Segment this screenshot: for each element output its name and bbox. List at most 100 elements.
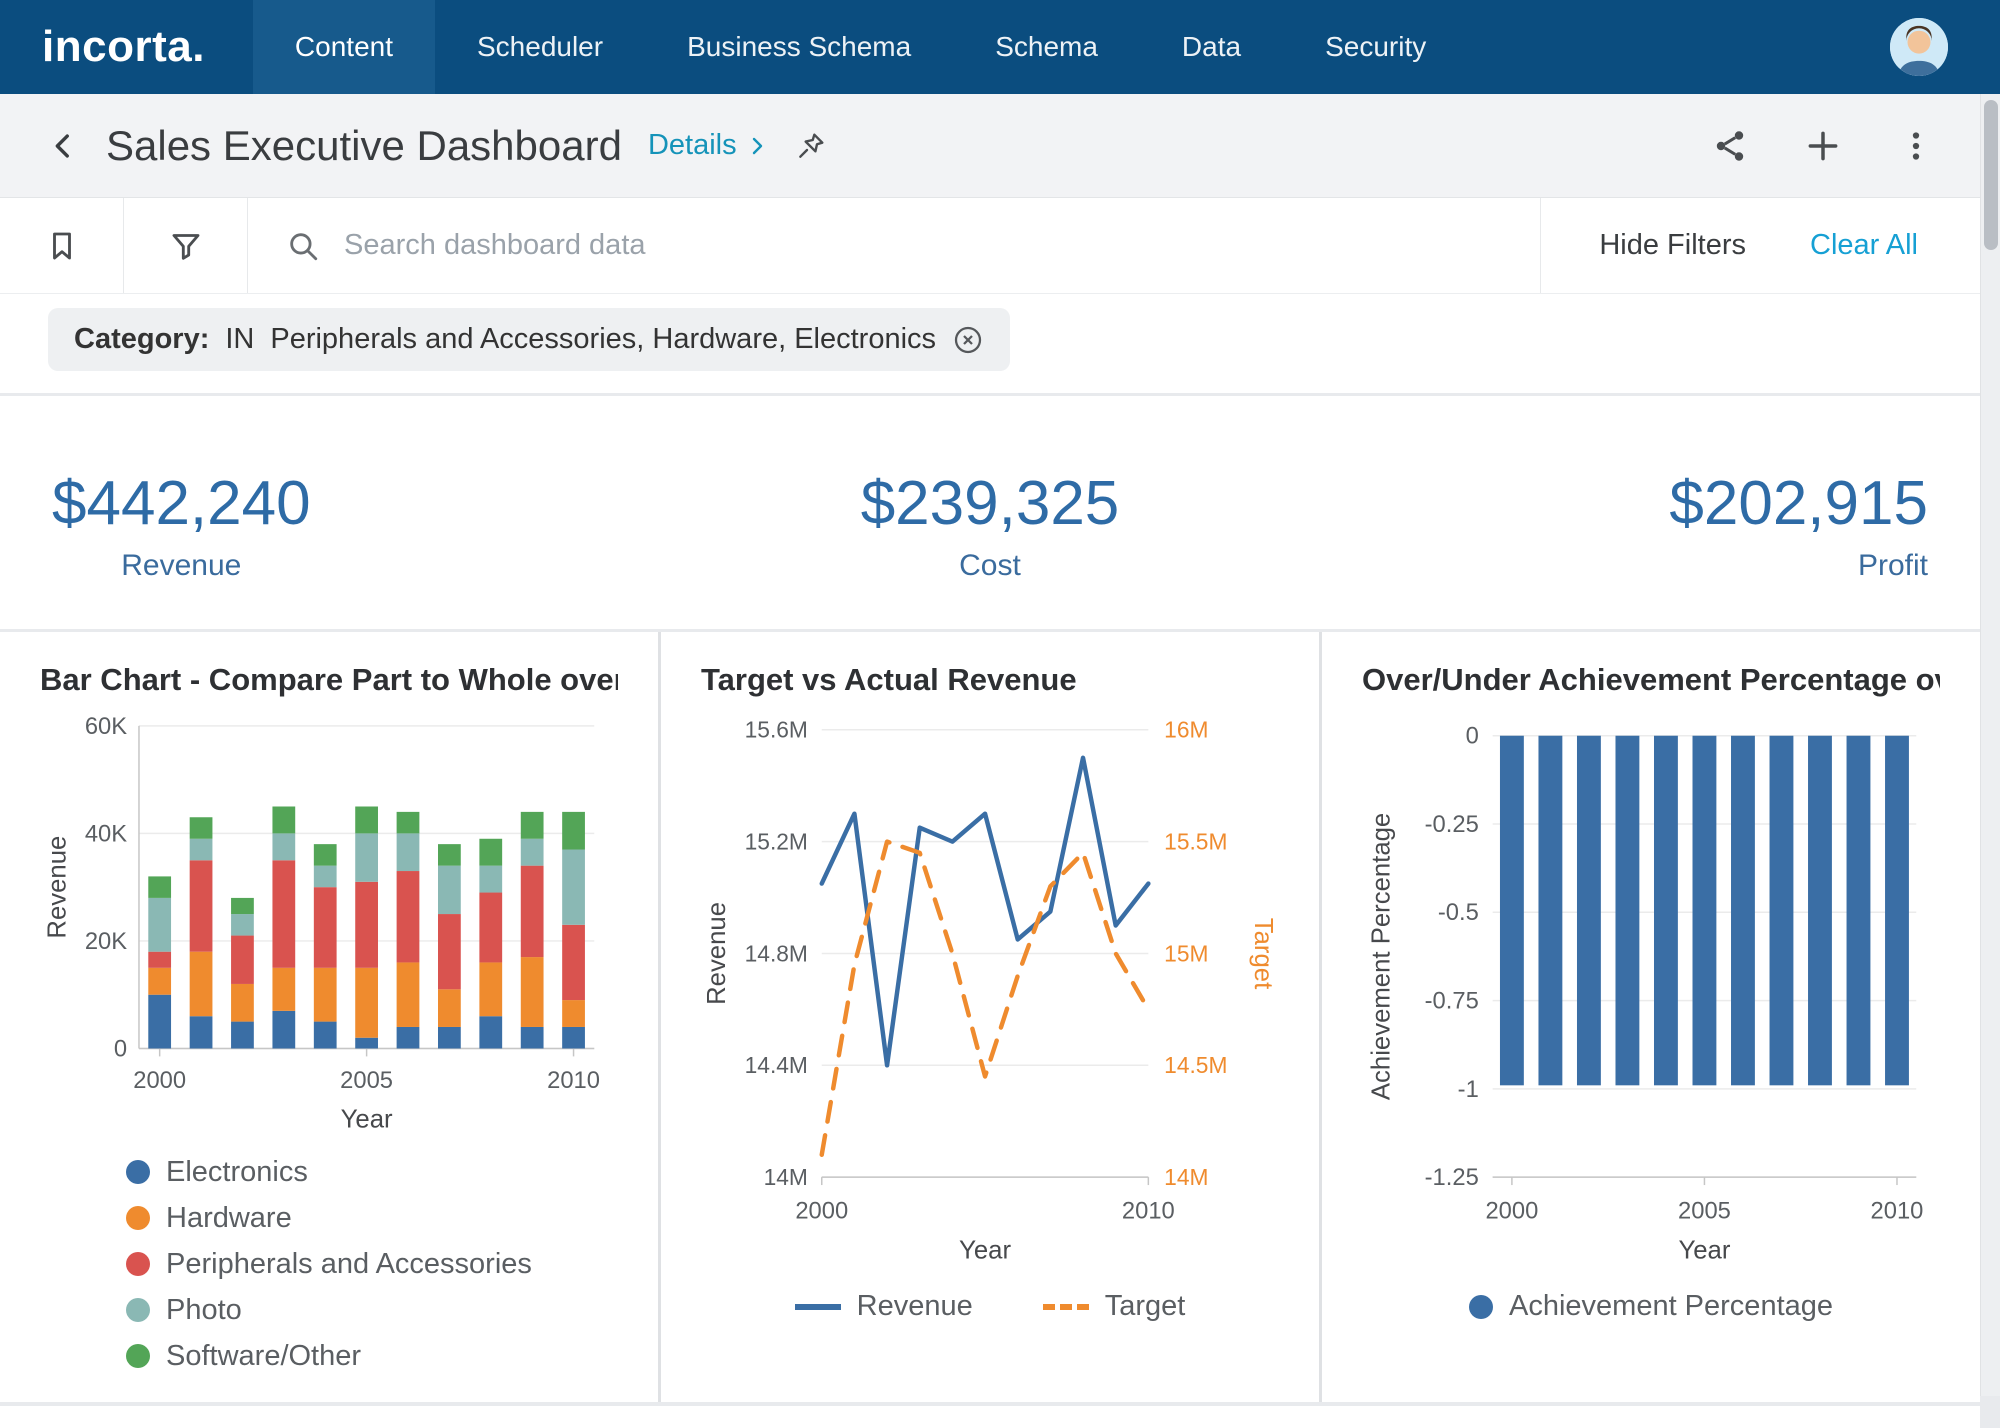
svg-text:2010: 2010 [1871, 1198, 1924, 1225]
legend-item-achievement-percentage[interactable]: Achievement Percentage [1469, 1290, 1833, 1323]
filter-chip-row: Category: IN Peripherals and Accessories… [0, 294, 1980, 393]
bookmark-icon [44, 228, 80, 264]
kebab-menu-icon [1898, 128, 1934, 164]
share-button[interactable] [1712, 128, 1748, 164]
svg-text:40K: 40K [85, 820, 127, 847]
page-title: Sales Executive Dashboard [106, 122, 622, 170]
svg-text:20K: 20K [85, 928, 127, 955]
svg-text:14.8M: 14.8M [745, 940, 808, 966]
pin-button[interactable] [795, 130, 827, 162]
legend-label: Photo [166, 1294, 242, 1327]
header-actions [1712, 127, 1934, 165]
hide-filters-button[interactable]: Hide Filters [1540, 198, 1804, 293]
nav-item-schema[interactable]: Schema [953, 0, 1140, 94]
svg-text:2000: 2000 [1485, 1198, 1538, 1225]
legend-item-target[interactable]: Target [1043, 1290, 1186, 1323]
kpi-revenue: $442,240 Revenue [52, 468, 311, 583]
svg-text:-1: -1 [1458, 1076, 1479, 1103]
charts-row: Bar Chart - Compare Part to Whole over .… [0, 632, 1980, 1402]
filter-field-label: Category: [74, 323, 209, 356]
chevron-left-icon [46, 129, 80, 163]
legend-item-electronics[interactable]: Electronics [126, 1156, 308, 1189]
legend-item-photo[interactable]: Photo [126, 1294, 242, 1327]
page-content: Sales Executive Dashboard Details [0, 94, 1980, 1428]
page-header: Sales Executive Dashboard Details [0, 94, 1980, 198]
legend-item-revenue[interactable]: Revenue [795, 1290, 973, 1323]
stacked-bar-legend: Electronics Hardware Peripherals and Acces… [126, 1156, 618, 1373]
legend-item-hardware[interactable]: Hardware [126, 1202, 292, 1235]
category-filter-chip[interactable]: Category: IN Peripherals and Accessories… [48, 308, 1010, 371]
dual-axis-line-chart[interactable]: 14M14.4M14.8M15.2M15.6M14M14.5M15M15.5M1… [701, 710, 1279, 1264]
chart-card-achievement: Over/Under Achievement Percentage ov... … [1322, 632, 1980, 1402]
legend-label: Electronics [166, 1156, 308, 1189]
back-button[interactable] [46, 129, 80, 163]
bookmark-button[interactable] [0, 198, 124, 293]
svg-text:14.5M: 14.5M [1164, 1052, 1227, 1078]
svg-text:Achievement Percentage: Achievement Percentage [1368, 813, 1396, 1100]
nav-item-content[interactable]: Content [253, 0, 435, 94]
chevron-right-icon [745, 134, 769, 158]
plus-icon [1804, 127, 1842, 165]
search-input[interactable] [342, 228, 1502, 263]
svg-text:0: 0 [1466, 723, 1479, 750]
svg-text:2000: 2000 [133, 1067, 186, 1094]
details-label: Details [648, 129, 737, 162]
chart-title: Bar Chart - Compare Part to Whole over .… [40, 662, 618, 698]
incorta-logo[interactable]: incorta. [42, 0, 205, 94]
svg-text:Target: Target [1249, 918, 1277, 989]
clear-all-link[interactable]: Clear All [1804, 198, 1980, 293]
add-button[interactable] [1804, 127, 1842, 165]
line-chart-legend: Revenue Target [701, 1290, 1279, 1323]
nav-items: ContentSchedulerBusiness SchemaSchemaDat… [253, 0, 1468, 94]
legend-item-software-other[interactable]: Software/Other [126, 1340, 361, 1373]
svg-text:Year: Year [341, 1106, 393, 1134]
legend-dot [126, 1344, 150, 1368]
avatar-illustration [1890, 18, 1948, 76]
stacked-bar-chart[interactable]: 020K40K60K200020052010YearRevenue [40, 710, 618, 1136]
svg-text:Revenue: Revenue [44, 836, 72, 939]
kpi-cost: $239,325 Cost [861, 468, 1120, 583]
legend-dot [126, 1252, 150, 1276]
chart-title: Target vs Actual Revenue [701, 662, 1279, 698]
top-nav: incorta. ContentSchedulerBusiness Schema… [0, 0, 2000, 94]
svg-text:-0.5: -0.5 [1438, 899, 1479, 926]
details-link[interactable]: Details [648, 129, 769, 162]
kpi-cost-label: Cost [861, 549, 1120, 583]
vertical-scrollbar-track[interactable] [1980, 94, 2000, 1396]
legend-label: Hardware [166, 1202, 292, 1235]
svg-text:0: 0 [114, 1035, 127, 1062]
kpi-revenue-value: $442,240 [52, 468, 311, 539]
legend-item-peripherals-and-accessories[interactable]: Peripherals and Accessories [126, 1248, 532, 1281]
legend-line-swatch [795, 1304, 841, 1310]
svg-text:Year: Year [1678, 1236, 1730, 1264]
achievement-bar-chart[interactable]: 0-0.25-0.5-0.75-1-1.25200020052010YearAc… [1362, 710, 1940, 1264]
user-avatar[interactable] [1890, 18, 1948, 76]
share-icon [1712, 128, 1748, 164]
vertical-scrollbar-thumb[interactable] [1984, 100, 1998, 250]
filter-operator: IN [225, 323, 254, 356]
filter-button[interactable] [124, 198, 248, 293]
svg-text:15.5M: 15.5M [1164, 829, 1227, 855]
nav-item-security[interactable]: Security [1283, 0, 1468, 94]
nav-item-data[interactable]: Data [1140, 0, 1283, 94]
dashboard-toolbar: Hide Filters Clear All [0, 198, 1980, 294]
svg-text:2005: 2005 [1678, 1198, 1731, 1225]
achievement-legend: Achievement Percentage [1362, 1290, 1940, 1323]
nav-item-scheduler[interactable]: Scheduler [435, 0, 645, 94]
chart-card-target-vs-actual: Target vs Actual Revenue 14M14.4M14.8M15… [661, 632, 1319, 1402]
svg-text:14M: 14M [764, 1164, 808, 1190]
next-row-card-edge [0, 1406, 1980, 1428]
remove-filter-icon[interactable] [952, 324, 984, 356]
kpi-profit-value: $202,915 [1669, 468, 1928, 539]
legend-dot [126, 1206, 150, 1230]
legend-dot [126, 1160, 150, 1184]
kpi-profit-label: Profit [1669, 549, 1928, 583]
svg-text:14M: 14M [1164, 1164, 1208, 1190]
more-options-button[interactable] [1898, 128, 1934, 164]
svg-text:-1.25: -1.25 [1425, 1164, 1479, 1191]
svg-text:60K: 60K [85, 713, 127, 740]
legend-label: Target [1105, 1290, 1186, 1323]
kpi-cost-value: $239,325 [861, 468, 1120, 539]
nav-item-business-schema[interactable]: Business Schema [645, 0, 953, 94]
legend-dot [126, 1298, 150, 1322]
